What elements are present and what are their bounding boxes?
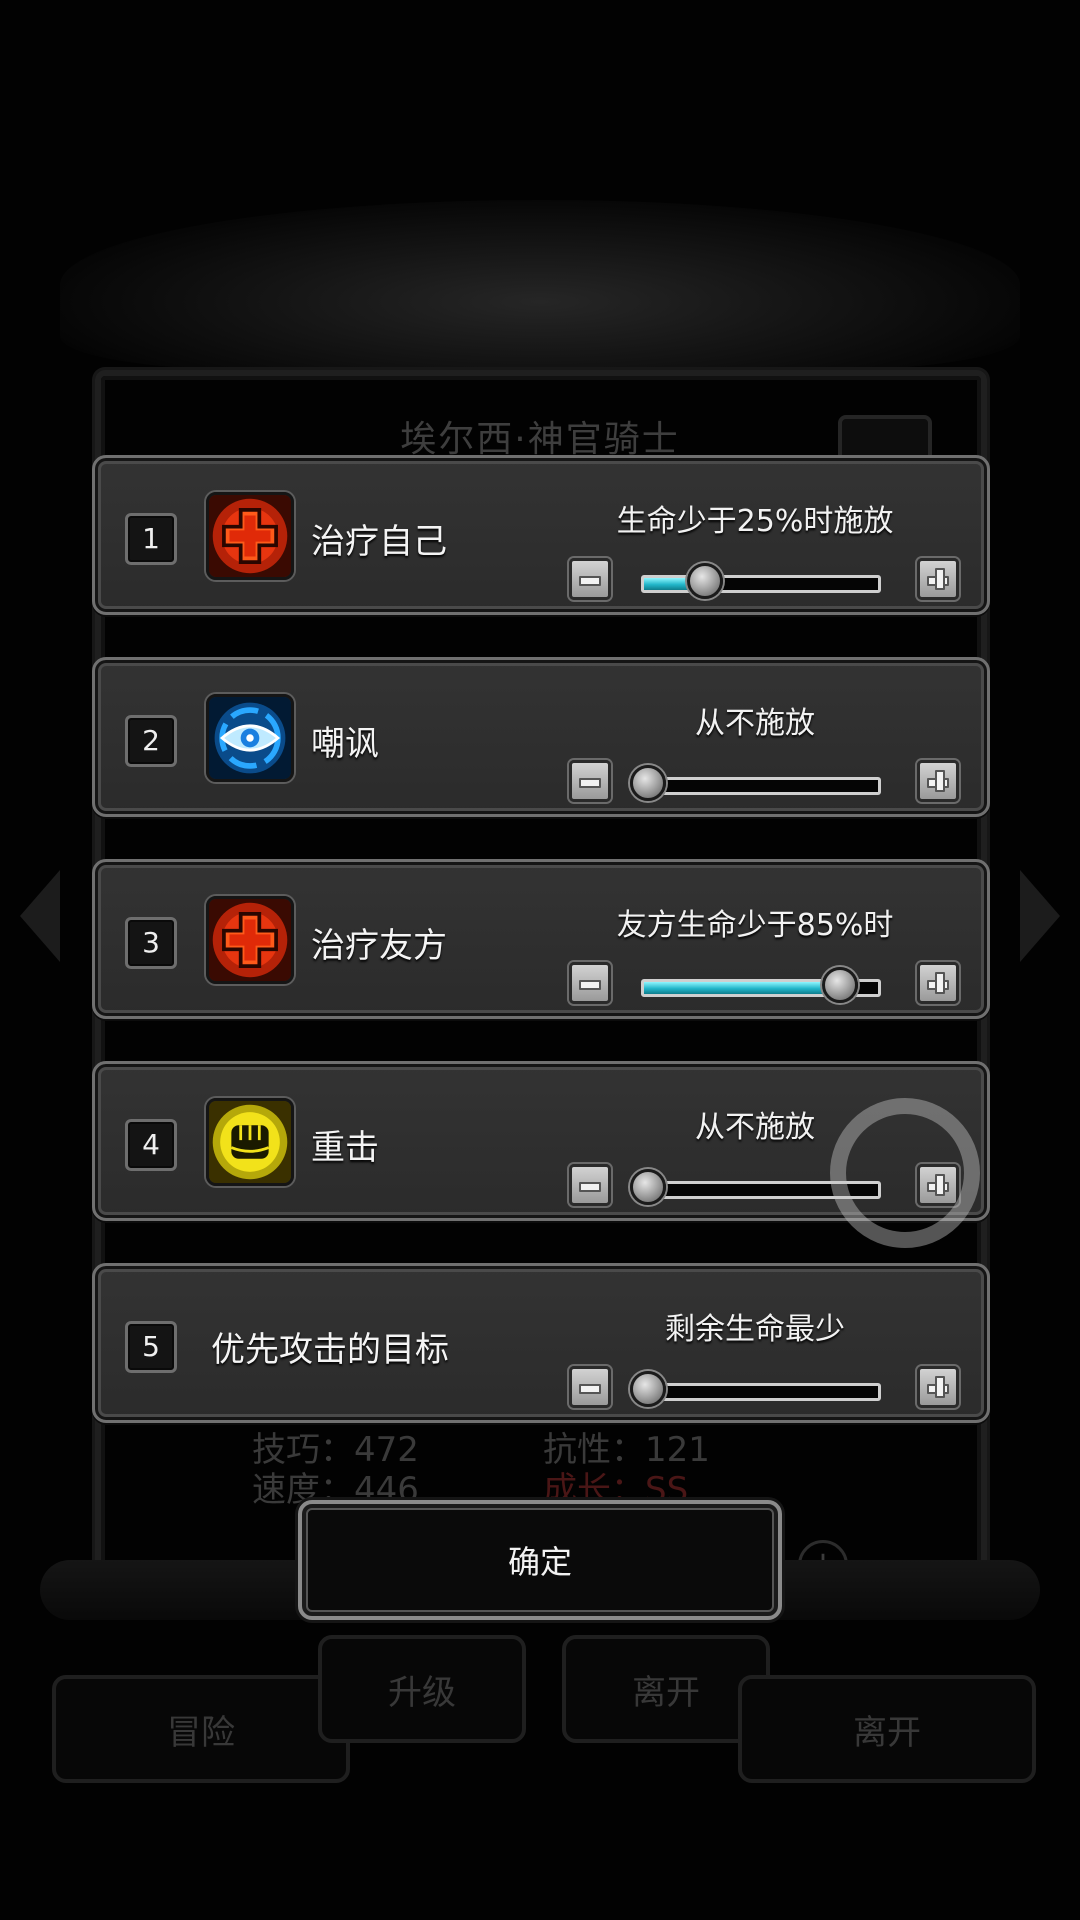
stats-left: 技巧：472 速度：446 [252,1430,419,1510]
increase-button[interactable] [917,1164,959,1206]
threshold-slider[interactable] [630,1169,881,1205]
skill-name: 治疗自己 [311,522,447,562]
slider-knob[interactable] [822,967,859,1003]
stat-resistance: 抗性：121 [543,1430,710,1470]
confirm-button[interactable]: 确定 [298,1500,782,1620]
slider-knob[interactable] [630,765,666,801]
skill-panel-3: 3 治疗友方 友方生命少于85%时 [92,859,990,1019]
skill-number: 2 [125,715,177,767]
decrease-button[interactable] [569,962,611,1004]
bg-adventure-button: 冒险 [52,1675,350,1783]
decrease-button[interactable] [569,1164,611,1206]
cast-condition: 从不施放 [695,1110,815,1145]
skill-number: 4 [125,1119,177,1171]
slider-fill [644,982,841,994]
cast-condition: 从不施放 [695,706,815,741]
increase-button[interactable] [917,1366,959,1408]
stats-right: 抗性：121 成长：SS [543,1430,710,1510]
skill-number: 5 [125,1321,177,1373]
slider-knob[interactable] [630,1371,666,1407]
decrease-button[interactable] [569,760,611,802]
cast-condition: 生命少于25%时施放 [616,504,894,539]
increase-button[interactable] [917,760,959,802]
decrease-button[interactable] [569,558,611,600]
stat-skill: 技巧：472 [252,1430,419,1470]
skill-panel-4: 4 重击 从不施放 [92,1061,990,1221]
increase-button[interactable] [917,558,959,600]
increase-button[interactable] [917,962,959,1004]
slider-knob[interactable] [686,563,723,599]
next-arrow-icon [1020,870,1060,962]
skill-name: 重击 [311,1128,379,1168]
skill-panel-2: 2 嘲讽 从不施放 [92,657,990,817]
slider-knob[interactable] [630,1169,666,1205]
skill-name: 嘲讽 [311,724,379,764]
target-condition: 剩余生命最少 [665,1312,845,1347]
skill-number: 3 [125,917,177,969]
bg-leave-button-2: 离开 [738,1675,1036,1783]
cast-condition: 友方生命少于85%时 [616,908,894,943]
top-ornament [60,200,1020,370]
skill-panel-1: 1 治疗自己 生命少于25%时施放 [92,455,990,615]
prev-arrow-icon [20,870,60,962]
threshold-slider[interactable] [641,967,881,1003]
skill-number: 1 [125,513,177,565]
fist-icon [206,1098,294,1186]
decrease-button[interactable] [569,1366,611,1408]
target-slider[interactable] [630,1371,881,1407]
threshold-slider[interactable] [630,765,881,801]
heal-cross-icon [206,492,294,580]
threshold-slider[interactable] [641,563,881,599]
eye-vortex-icon [206,694,294,782]
skill-name: 治疗友方 [311,926,447,966]
target-priority-label: 优先攻击的目标 [211,1330,449,1370]
bg-upgrade-button: 升级 [318,1635,526,1743]
heal-cross-icon [206,896,294,984]
target-priority-panel: 5 优先攻击的目标 剩余生命最少 [92,1263,990,1423]
